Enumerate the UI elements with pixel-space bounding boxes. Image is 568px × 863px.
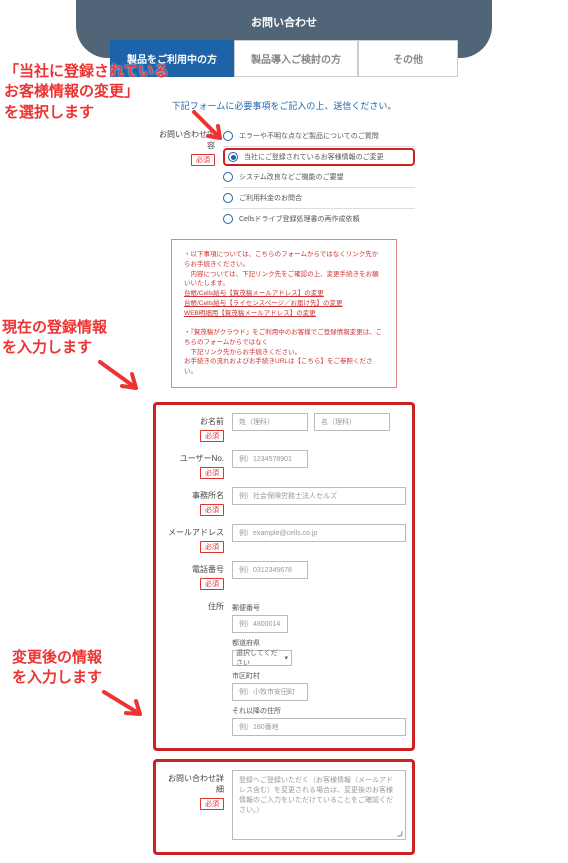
radio-icon [223, 214, 233, 224]
radio-option-2-highlighted[interactable]: 当社にご登録されているお客様情報のご変更 [223, 148, 415, 166]
radio-option-5[interactable]: Cellsドライブ登録処理書の再作成依頼 [223, 209, 415, 229]
chevron-down-icon: ▾ [284, 654, 288, 662]
tab-considering[interactable]: 製品導入ご検討の方 [234, 40, 358, 77]
tab-current-user[interactable]: 製品をご利用中の方 [110, 40, 234, 77]
arrow-icon [96, 358, 146, 398]
required-badge: 必須 [200, 578, 224, 590]
tab-bar: 製品をご利用中の方 製品導入ご検討の方 その他 [0, 40, 568, 77]
radio-option-3[interactable]: システム改良などご機能のご要望 [223, 167, 415, 188]
required-badge: 必須 [200, 430, 224, 442]
radio-label: エラーや不明な点など製品についてのご質問 [239, 131, 379, 141]
notice-line: 内容については、下記リンク先をご確認の上、変更手続きをお願いいたします。 [184, 270, 384, 290]
radio-option-1[interactable]: エラーや不明な点など製品についてのご質問 [223, 126, 415, 147]
pref-sublabel: 都道府県 [232, 638, 406, 648]
radio-icon-selected [228, 152, 238, 162]
radio-label: ご利用料金のお問合 [239, 193, 302, 203]
annotation-3: 変更後の情報 を入力します [12, 648, 102, 689]
notice-line: ・以下事項については、こちらのフォームからではなくリンク先からお手続きください。 [184, 250, 384, 270]
resize-handle-icon[interactable] [397, 831, 403, 837]
tab-other[interactable]: その他 [358, 40, 458, 77]
notice-link[interactable]: 台帳/Cells給与【ライセンスページ／お届け先】の変更 [184, 300, 343, 307]
notice-box: ・以下事項については、こちらのフォームからではなくリンク先からお手続きください。… [171, 239, 397, 388]
address-label: 住所 [162, 601, 224, 612]
current-info-section: お名前 必須 姓（理科） 名（理科） ユーザーNo. 必須 例）12345789… [153, 402, 415, 751]
detail-textarea[interactable]: 登録へご登録いただく（お客様情報（メールアドレス含む）を変更される場合は、変更後… [232, 770, 406, 840]
required-badge: 必須 [200, 467, 224, 479]
email-input[interactable]: 例）example@cells.co.jp [232, 524, 406, 542]
notice-link[interactable]: WEB明細用【賀茂稿メールアドレス】の変更 [184, 310, 316, 317]
pref-select[interactable]: 選択してください ▾ [232, 650, 292, 666]
name-first-input[interactable]: 名（理科） [314, 413, 390, 431]
pref-select-value: 選択してください [236, 648, 284, 668]
inquiry-type-label: お問い合わせ内容 [153, 129, 215, 151]
rest-input[interactable]: 例）180番地 [232, 718, 406, 736]
detail-section: お問い合わせ詳細 必須 登録へご登録いただく（お客様情報（メールアドレス含む）を… [153, 759, 415, 855]
radio-label: システム改良などご機能のご要望 [239, 172, 344, 182]
zip-input[interactable]: 例）4800014 [232, 615, 288, 633]
required-badge: 必須 [200, 798, 224, 810]
tel-input[interactable]: 例）0312345678 [232, 561, 308, 579]
intro-text: 下記フォームに必要事項をご記入の上、送信ください。 [0, 99, 568, 112]
radio-icon [223, 172, 233, 182]
radio-option-4[interactable]: ご利用料金のお問合 [223, 188, 415, 209]
tel-label: 電話番号 [162, 564, 224, 575]
required-badge: 必須 [191, 154, 215, 166]
userno-label: ユーザーNo. [162, 453, 224, 464]
radio-label: 当社にご登録されているお客様情報のご変更 [244, 152, 384, 162]
page-title: お問い合わせ [251, 17, 317, 29]
zip-sublabel: 郵便番号 [232, 603, 406, 613]
required-badge: 必須 [200, 504, 224, 516]
required-badge: 必須 [200, 541, 224, 553]
arrow-icon [100, 688, 150, 728]
name-label: お名前 [162, 416, 224, 427]
city-sublabel: 市区町村 [232, 671, 406, 681]
detail-label: お問い合わせ詳細 [162, 773, 224, 795]
office-input[interactable]: 例）社会保険労務士法人セルズ [232, 487, 406, 505]
city-input[interactable]: 例）小牧市安田町 [232, 683, 308, 701]
notice-line: 下記リンク先からお手続きください。 [184, 348, 384, 358]
notice-link[interactable]: 台帳/Cells給与【賀茂稿メールアドレス】の変更 [184, 290, 324, 297]
rest-sublabel: それ以降の住所 [232, 706, 406, 716]
radio-icon [223, 131, 233, 141]
radio-icon [223, 193, 233, 203]
annotation-2: 現在の登録情報 を入力します [2, 318, 107, 359]
detail-placeholder: 登録へご登録いただく（お客様情報（メールアドレス含む）を変更される場合は、変更後… [239, 777, 393, 814]
office-label: 事務所名 [162, 490, 224, 501]
inquiry-type-section: お問い合わせ内容 必須 エラーや不明な点など製品についてのご質問 当社にご登録さ… [153, 126, 415, 388]
name-last-input[interactable]: 姓（理科） [232, 413, 308, 431]
userno-input[interactable]: 例）1234578901 [232, 450, 308, 468]
notice-line: お手続きの流れおよびお手続きURLは【こちら】をご参照ください。 [184, 357, 384, 377]
email-label: メールアドレス [162, 527, 224, 538]
notice-line: ・『賀茂稿がクラウド』をご利用中のお客様でご登録情報変更は、こちらのフォームから… [184, 328, 384, 348]
radio-label: Cellsドライブ登録処理書の再作成依頼 [239, 214, 360, 224]
